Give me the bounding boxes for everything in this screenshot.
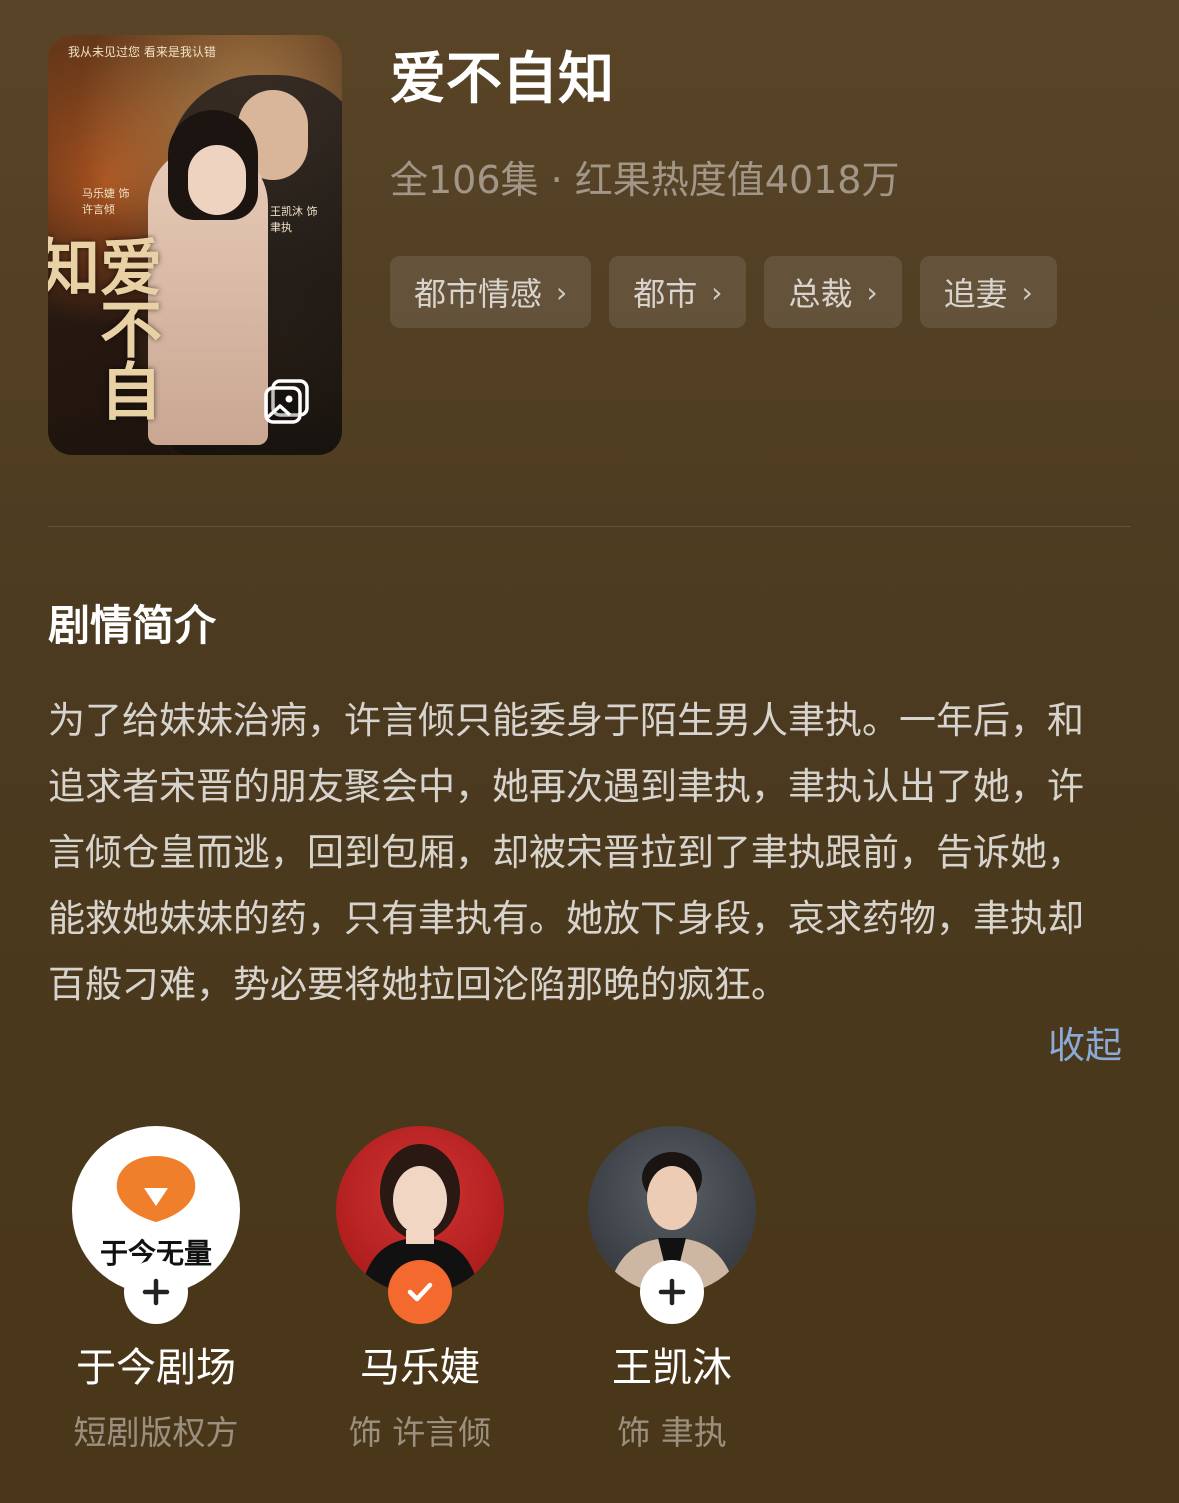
plus-icon	[142, 1278, 170, 1306]
drama-title: 爱不自知	[390, 47, 614, 112]
tag-label: 追妻	[943, 275, 1008, 313]
follow-button[interactable]	[124, 1260, 188, 1324]
poster-tagline: 我从未见过您 看来是我认错	[68, 45, 216, 59]
synopsis-text: 为了给妹妹治病，许言倾只能委身于陌生男人聿执。一年后，和追求者宋晋的朋友聚会中，…	[48, 699, 1084, 1006]
synopsis-heading: 剧情简介	[48, 601, 217, 650]
drama-meta: 全106集 · 红果热度值4018万	[390, 158, 900, 202]
chevron-right-icon: ›	[1021, 275, 1033, 309]
gallery-icon[interactable]	[262, 377, 312, 427]
chevron-right-icon: ›	[866, 275, 878, 309]
poster-title-calligraphy: 爱不自知	[48, 235, 162, 421]
tag-ceo[interactable]: 总裁 ›	[764, 256, 902, 328]
plus-icon	[658, 1278, 686, 1306]
cast-item-actress[interactable]: 马乐婕 饰 许言倾	[310, 1126, 530, 1458]
tag-label: 都市情感	[414, 275, 543, 313]
chevron-right-icon: ›	[711, 275, 723, 309]
chevron-right-icon: ›	[556, 275, 568, 309]
cast-name: 马乐婕	[360, 1345, 480, 1391]
tag-label: 总裁	[788, 275, 853, 313]
cast-item-actor[interactable]: 王凯沐 饰 聿执	[562, 1126, 782, 1458]
cast-name: 于今剧场	[76, 1345, 236, 1391]
cast-role: 饰 许言倾	[348, 1413, 492, 1452]
genre-tags: 都市情感 › 都市 › 总裁 › 追妻 ›	[390, 256, 1057, 328]
cast-item-production[interactable]: 于今无量 于今剧场 短剧版权方	[46, 1126, 266, 1458]
cast-name: 王凯沐	[612, 1345, 732, 1391]
checkmark-icon	[407, 1282, 433, 1302]
collapse-button[interactable]: 收起	[1048, 1016, 1122, 1076]
poster-credit-left: 马乐婕 饰 许言倾	[82, 187, 130, 216]
poster-actress-face	[188, 145, 246, 215]
cast-role: 短剧版权方	[73, 1413, 239, 1452]
tag-chase-wife[interactable]: 追妻 ›	[919, 256, 1057, 328]
section-divider	[48, 526, 1131, 527]
follow-button[interactable]	[640, 1260, 704, 1324]
poster-credit-right: 王凯沐 饰 聿执	[270, 205, 318, 234]
tag-urban-romance[interactable]: 都市情感 ›	[390, 256, 592, 328]
tag-label: 都市	[633, 275, 698, 313]
cast-list: 于今无量 于今剧场 短剧版权方 马乐婕 饰 许言倾 王凯沐 饰 聿执	[0, 1126, 1179, 1466]
followed-badge[interactable]	[388, 1260, 452, 1324]
tag-urban[interactable]: 都市 ›	[609, 256, 747, 328]
cast-role: 饰 聿执	[617, 1413, 727, 1452]
